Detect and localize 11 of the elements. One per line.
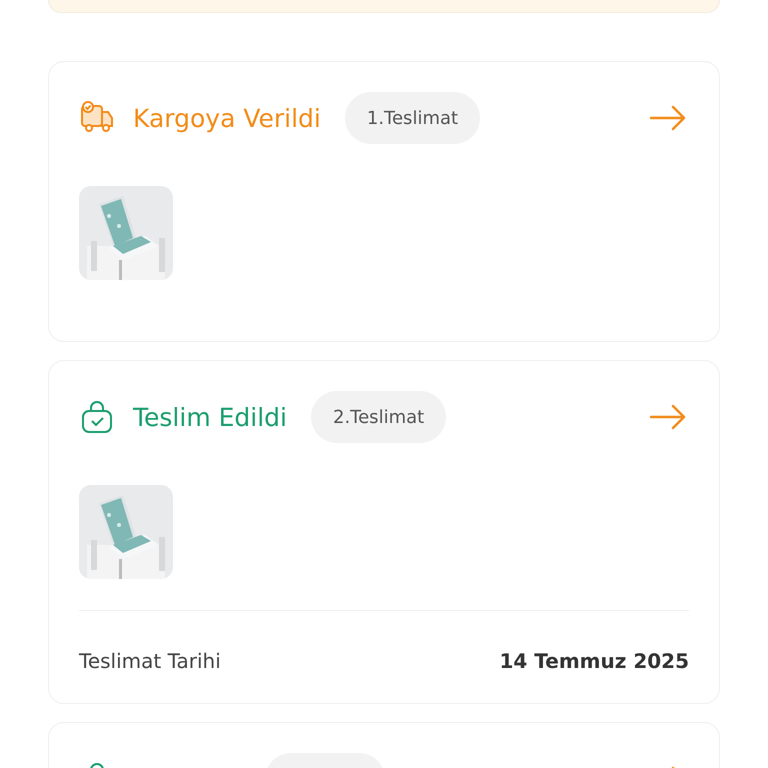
shopping-bag-icon: [79, 399, 115, 435]
arrow-right-icon[interactable]: [649, 404, 687, 430]
arrow-right-icon[interactable]: [649, 105, 687, 131]
delivery-date: 14 Temmuz 2025: [499, 649, 689, 673]
status-title: Teslim Edildi: [133, 402, 287, 432]
delivery-card[interactable]: Kargoya Verildi 1.Teslimat: [48, 61, 720, 342]
status-title: Kargoya Verildi: [133, 104, 321, 132]
delivery-card[interactable]: Teslim Edildi 2.Teslimat Teslimat Tarihi 14 Temmuz 2025: [48, 360, 720, 704]
delivery-date-label: Teslimat Tarihi: [79, 649, 221, 673]
delivery-badge: 2.Teslimat: [311, 391, 446, 443]
delivery-badge: 1.Teslimat: [344, 92, 480, 144]
